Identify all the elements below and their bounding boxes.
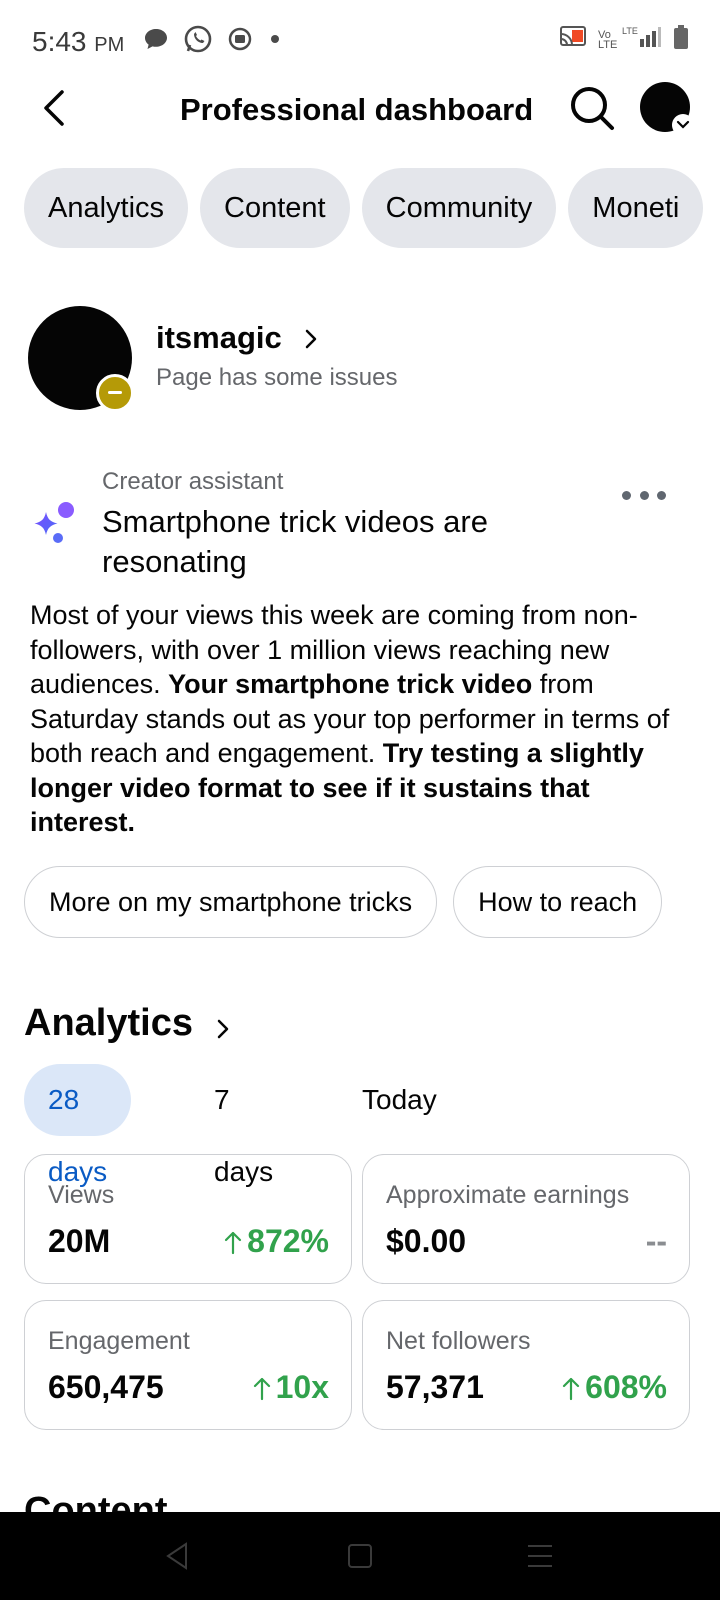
status-notification-icons — [143, 24, 283, 59]
period-today[interactable]: Today — [362, 1064, 437, 1136]
metric-value: 57,371 — [386, 1369, 484, 1405]
arrow-up-icon — [563, 1377, 580, 1400]
search-icon — [571, 87, 614, 130]
app-header: Professional dashboard — [0, 80, 720, 160]
status-system-icons: Vo LTE LTE — [558, 24, 690, 55]
period-7-days[interactable]: 7 days — [214, 1064, 273, 1187]
chevron-down-icon — [672, 114, 694, 136]
status-time: 5:43 PM — [32, 26, 125, 57]
analytics-title: Analytics — [24, 1002, 193, 1044]
metric-value: 20M — [48, 1223, 111, 1259]
assistant-message: Most of your views this week are coming … — [30, 600, 670, 837]
metric-change: 10x — [252, 1369, 329, 1406]
metric-label: Views — [48, 1181, 115, 1209]
cast-icon — [558, 25, 588, 54]
back-button[interactable] — [34, 86, 78, 130]
metric-label: Engagement — [48, 1327, 190, 1355]
metric-value: 650,475 — [48, 1369, 164, 1405]
system-nav-bar — [0, 1512, 720, 1600]
page-status: Page has some issues — [156, 364, 398, 391]
nav-home-icon[interactable] — [344, 1540, 376, 1572]
status-bar: 5:43 PM Vo LTE LTE — [0, 0, 720, 80]
metric-value: $0.00 — [386, 1223, 467, 1259]
chat-bubble-icon — [143, 26, 169, 57]
tab-content[interactable]: Content — [200, 168, 350, 248]
suggestion-chips: More on my smartphone tricks How to reach — [24, 866, 696, 938]
engagement-card[interactable]: Engagement 650,475 10x — [24, 1300, 352, 1430]
metric-change: -- — [645, 1223, 667, 1259]
views-card[interactable]: Views 20M 872% — [24, 1154, 352, 1284]
dot-icon — [657, 490, 666, 500]
suggestion-chip[interactable]: More on my smartphone tricks — [24, 866, 438, 938]
battery-icon — [672, 24, 690, 55]
dot-icon — [267, 31, 283, 52]
ai-sparkle-icon — [34, 502, 74, 543]
page-name: itsmagic — [156, 320, 282, 355]
metric-change: 872% — [223, 1223, 329, 1260]
arrow-up-icon — [225, 1231, 242, 1254]
nav-menu-icon[interactable] — [524, 1540, 556, 1572]
assistant-title: Smartphone trick videos are resonating — [102, 504, 488, 579]
nav-back-icon[interactable] — [162, 1540, 194, 1572]
tab-community[interactable]: Community — [361, 168, 557, 248]
more-options-button[interactable] — [622, 488, 666, 502]
chevron-right-icon — [217, 1019, 229, 1039]
page-summary[interactable]: itsmagic Page has some issues — [28, 306, 688, 416]
profile-switcher-avatar[interactable] — [640, 82, 694, 136]
whatsapp-icon — [183, 24, 213, 59]
arrow-up-icon — [253, 1377, 270, 1400]
search-button[interactable] — [568, 84, 616, 132]
suggestion-chip[interactable]: How to reach — [453, 866, 663, 938]
tab-analytics[interactable]: Analytics — [24, 168, 189, 248]
assistant-label: Creator assistant — [102, 468, 284, 495]
section-tabs: Analytics Content Community Moneti — [24, 168, 720, 248]
volte-label: Vo LTE — [598, 28, 618, 51]
back-arrow-icon — [44, 90, 64, 126]
dot-icon — [622, 490, 631, 500]
chevron-right-icon — [305, 329, 317, 349]
metric-change: 608% — [561, 1369, 667, 1406]
metric-label: Net followers — [386, 1327, 531, 1355]
signal-icon: LTE — [622, 25, 662, 54]
next-section-heading: Content — [24, 1490, 168, 1512]
dot-icon — [639, 490, 649, 500]
svg-text:LTE: LTE — [622, 26, 638, 36]
analytics-header[interactable]: Analytics — [24, 1002, 229, 1052]
earnings-card[interactable]: Approximate earnings $0.00 -- — [362, 1154, 690, 1284]
net-followers-card[interactable]: Net followers 57,371 608% — [362, 1300, 690, 1430]
page-title: Professional dashboard — [180, 92, 534, 127]
tab-monetization[interactable]: Moneti — [568, 168, 704, 248]
metric-label: Approximate earnings — [386, 1181, 630, 1209]
screen-record-icon — [227, 26, 253, 57]
period-28-days[interactable]: 28 days — [24, 1064, 132, 1187]
issue-badge-icon — [96, 374, 134, 412]
